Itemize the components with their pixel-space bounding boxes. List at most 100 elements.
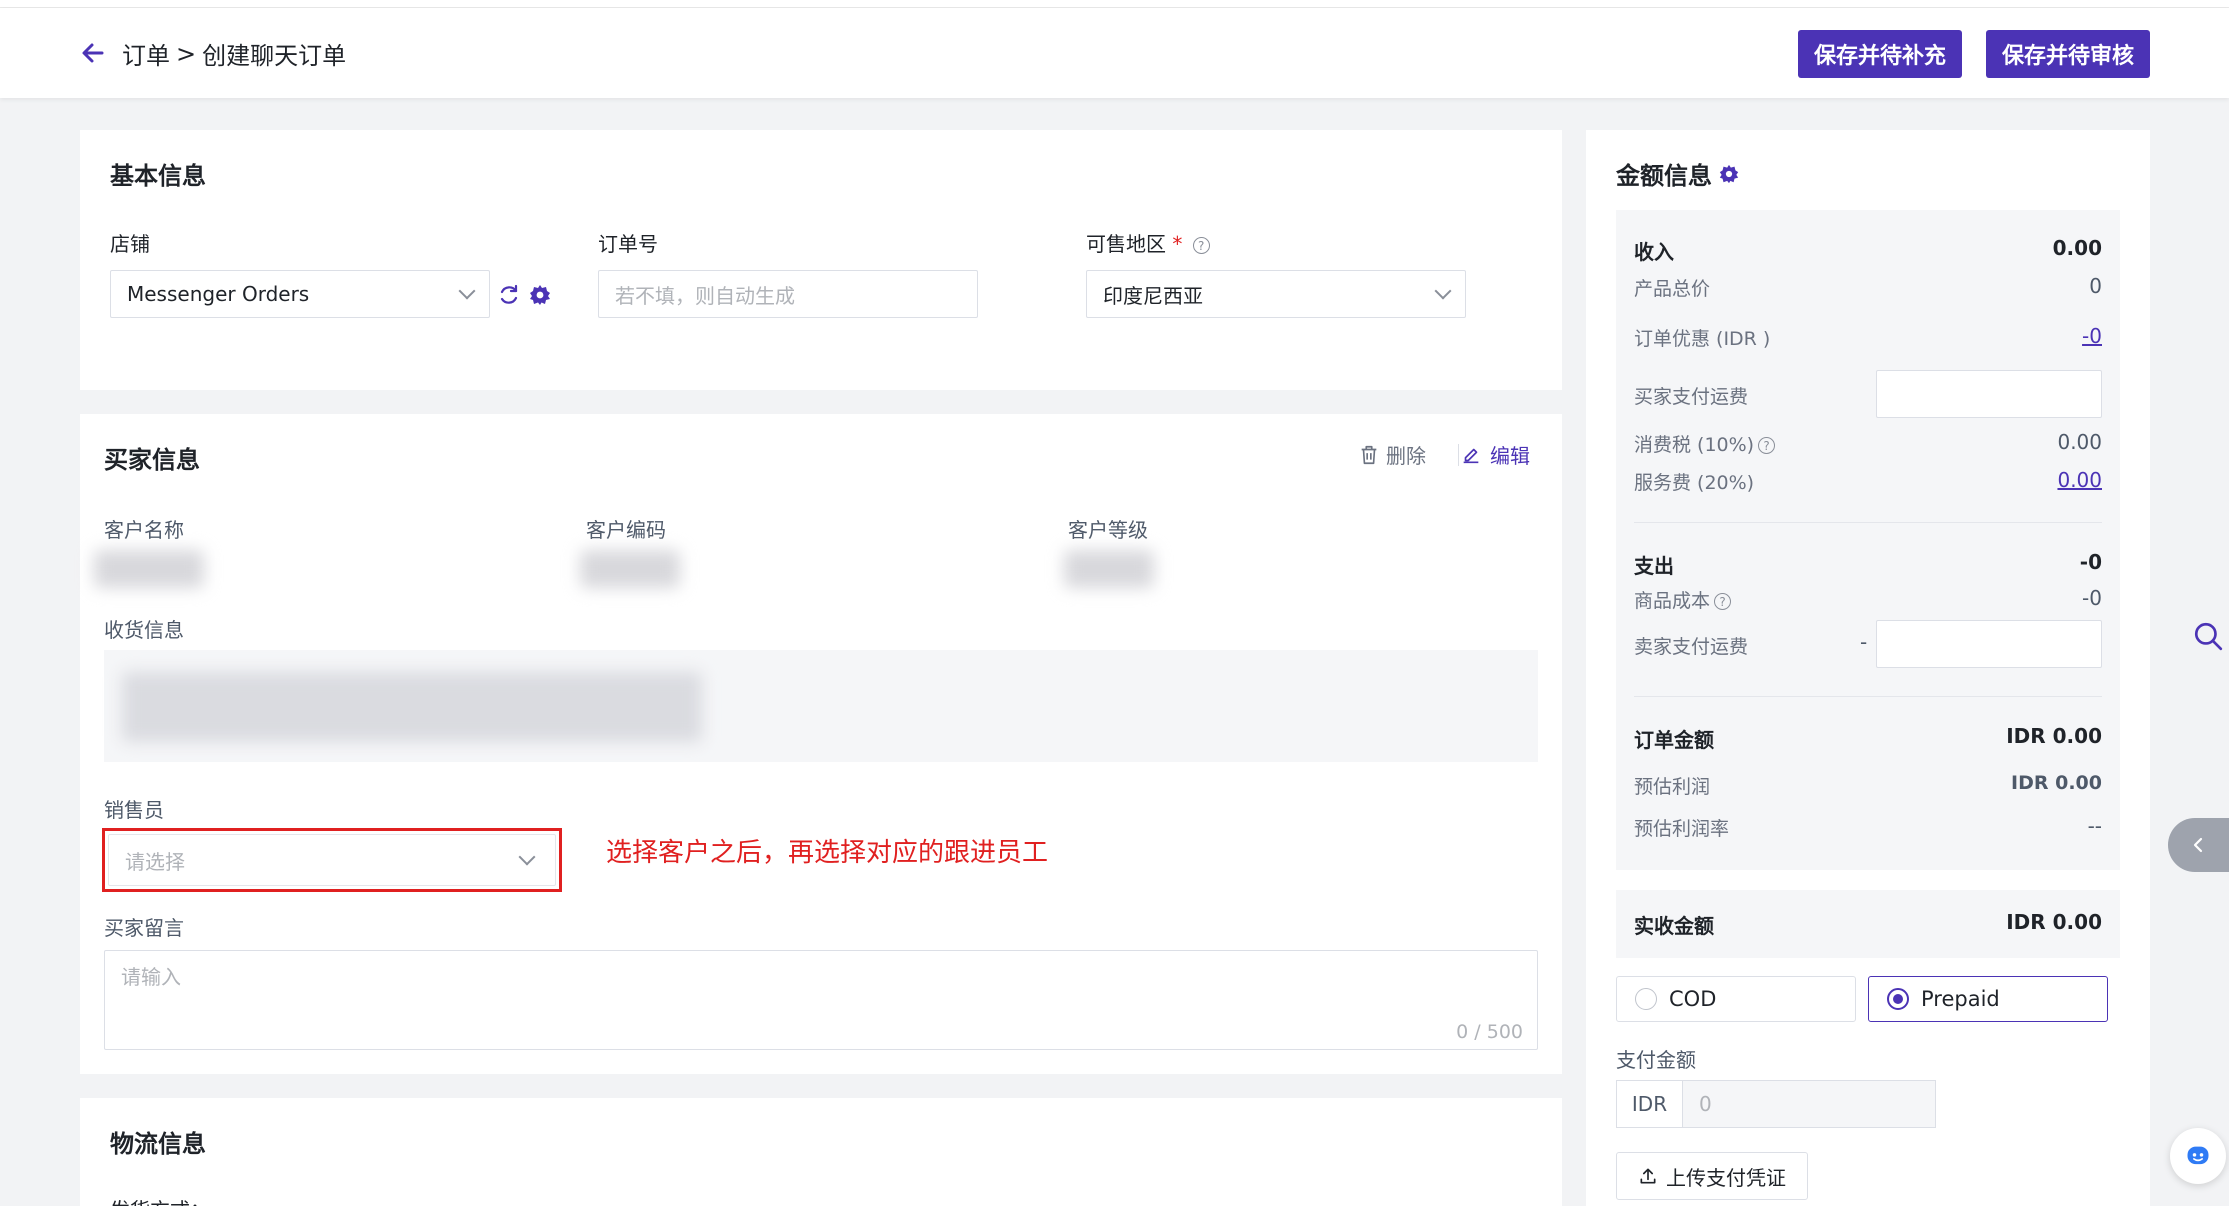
shipping-info-blurred <box>122 672 702 742</box>
prepaid-label: Prepaid <box>1921 987 2000 1011</box>
save-review-button[interactable]: 保存并待审核 <box>1986 30 2150 78</box>
seller-shipping-input[interactable] <box>1876 620 2102 668</box>
collapse-panel-button[interactable] <box>2168 818 2229 872</box>
salesperson-label: 销售员 <box>104 798 164 822</box>
est-margin-label: 预估利润率 <box>1634 818 1730 840</box>
customer-level-blurred <box>1064 550 1154 588</box>
order-amount-label: 订单金额 <box>1634 728 1714 752</box>
amount-title: 金额信息 <box>1616 156 1740 191</box>
discount-value[interactable]: -0 <box>2082 324 2102 348</box>
order-amount-value: IDR 0.00 <box>2006 724 2102 748</box>
amount-card: 金额信息 收入 0.00 产品总价 0 订单优惠 (IDR ) -0 买家支付运… <box>1586 130 2150 1206</box>
search-icon[interactable] <box>2192 620 2224 652</box>
customer-level-label: 客户等级 <box>1068 518 1148 542</box>
store-select[interactable]: Messenger Orders <box>110 270 490 318</box>
required-mark: * <box>1172 232 1183 256</box>
customer-name-label: 客户名称 <box>104 518 184 542</box>
seller-shipping-prefix: - <box>1860 630 1868 654</box>
basic-info-title: 基本信息 <box>110 162 206 190</box>
shipping-info-label: 收货信息 <box>104 618 184 642</box>
salesperson-placeholder: 请选择 <box>125 849 185 874</box>
edit-icon <box>1463 448 1479 463</box>
help-icon[interactable]: ? <box>1192 237 1210 254</box>
order-no-label: 订单号 <box>598 232 658 256</box>
income-label: 收入 <box>1634 240 1674 264</box>
gear-icon[interactable] <box>528 283 552 307</box>
divider <box>1634 696 2102 697</box>
buyer-info-card: 买家信息 删除 编辑 客户名称 客户编码 客户等级 收货信息 销售员 请选择 选… <box>80 414 1562 1074</box>
received-summary: 实收金额 IDR 0.00 <box>1616 890 2120 958</box>
char-counter: 0 / 500 <box>1456 1021 1523 1043</box>
delete-label: 删除 <box>1386 444 1426 468</box>
est-margin-value: -- <box>2087 814 2102 838</box>
buyer-info-title: 买家信息 <box>104 446 200 474</box>
est-profit-value: IDR 0.00 <box>2011 772 2102 794</box>
buyer-message-label: 买家留言 <box>104 916 184 940</box>
logistics-card: 物流信息 发货方式： <box>80 1098 1562 1206</box>
breadcrumb-current: 创建聊天订单 <box>202 42 347 70</box>
gear-icon[interactable] <box>1718 163 1740 185</box>
back-arrow-icon[interactable] <box>78 38 108 68</box>
discount-label: 订单优惠 (IDR ) <box>1634 328 1771 350</box>
breadcrumb: 订单 > 创建聊天订单 <box>122 36 346 71</box>
edit-action[interactable]: 编辑 <box>1460 440 1530 469</box>
help-icon[interactable]: ? <box>1758 437 1776 454</box>
tax-label: 消费税 (10%)? <box>1634 430 1776 457</box>
vertical-divider <box>1458 444 1459 466</box>
buyer-shipping-input[interactable] <box>1876 370 2102 418</box>
order-no-placeholder: 若不填，则自动生成 <box>615 283 795 308</box>
customer-code-label: 客户编码 <box>586 518 666 542</box>
payment-amount-label: 支付金额 <box>1616 1048 1696 1072</box>
salesperson-select[interactable]: 请选择 <box>108 834 556 886</box>
service-fee-label: 服务费 (20%) <box>1634 472 1755 494</box>
page-header: 订单 > 创建聊天订单 保存并待补充 保存并待审核 <box>0 8 2229 98</box>
buyer-shipping-label: 买家支付运费 <box>1634 386 1749 408</box>
cost-label: 商品成本? <box>1634 586 1732 613</box>
amount-summary: 收入 0.00 产品总价 0 订单优惠 (IDR ) -0 买家支付运费 消费税… <box>1616 210 2120 870</box>
payment-amount-placeholder: 0 <box>1683 1081 1935 1127</box>
product-total-value: 0 <box>2089 274 2102 298</box>
radio-unchecked-icon <box>1635 988 1657 1010</box>
logistics-title: 物流信息 <box>110 1130 206 1158</box>
currency-addon: IDR <box>1617 1081 1683 1127</box>
cost-value: -0 <box>2082 586 2102 610</box>
top-strip <box>0 0 2229 8</box>
shipping-method-label: 发货方式： <box>110 1194 210 1206</box>
shipping-info-box <box>104 650 1538 762</box>
upload-proof-button[interactable]: 上传支付凭证 <box>1616 1152 1808 1200</box>
region-select[interactable]: 印度尼西亚 <box>1086 270 1466 318</box>
tax-value: 0.00 <box>2057 430 2102 454</box>
delete-action[interactable]: 删除 <box>1358 440 1426 469</box>
product-total-label: 产品总价 <box>1634 278 1711 300</box>
customer-name-blurred <box>94 550 204 588</box>
seller-shipping-label: 卖家支付运费 <box>1634 636 1749 658</box>
upload-proof-label: 上传支付凭证 <box>1666 1165 1786 1190</box>
upload-icon <box>1640 1168 1656 1184</box>
chevron-down-icon <box>458 282 476 300</box>
payment-amount-input[interactable]: IDR 0 <box>1616 1080 1936 1128</box>
customer-code-blurred <box>580 550 680 588</box>
support-chat-button[interactable] <box>2170 1128 2226 1184</box>
save-supplement-button[interactable]: 保存并待补充 <box>1798 30 1962 78</box>
refresh-icon[interactable] <box>497 283 521 307</box>
received-value: IDR 0.00 <box>2006 910 2102 934</box>
region-label: 可售地区 * ? <box>1086 228 1210 257</box>
prepaid-option[interactable]: Prepaid <box>1868 976 2108 1022</box>
store-label: 店铺 <box>110 232 150 256</box>
received-label: 实收金额 <box>1634 914 1714 938</box>
service-fee-value[interactable]: 0.00 <box>2057 468 2102 492</box>
buyer-message-textarea[interactable]: 请输入 0 / 500 <box>104 950 1538 1050</box>
order-no-input[interactable]: 若不填，则自动生成 <box>598 270 978 318</box>
basic-info-card: 基本信息 店铺 Messenger Orders 订单号 若不填，则自动生成 可… <box>80 130 1562 390</box>
cod-option[interactable]: COD <box>1616 976 1856 1022</box>
help-icon[interactable]: ? <box>1714 593 1732 610</box>
region-select-value: 印度尼西亚 <box>1103 283 1203 308</box>
est-profit-label: 预估利润 <box>1634 776 1711 798</box>
cod-label: COD <box>1669 987 1717 1011</box>
buyer-message-placeholder: 请输入 <box>121 965 181 989</box>
income-value: 0.00 <box>2052 236 2102 260</box>
chat-bot-icon <box>2187 1146 2209 1165</box>
divider <box>1634 522 2102 523</box>
breadcrumb-root[interactable]: 订单 <box>122 36 170 71</box>
chevron-left-icon <box>2193 837 2203 853</box>
